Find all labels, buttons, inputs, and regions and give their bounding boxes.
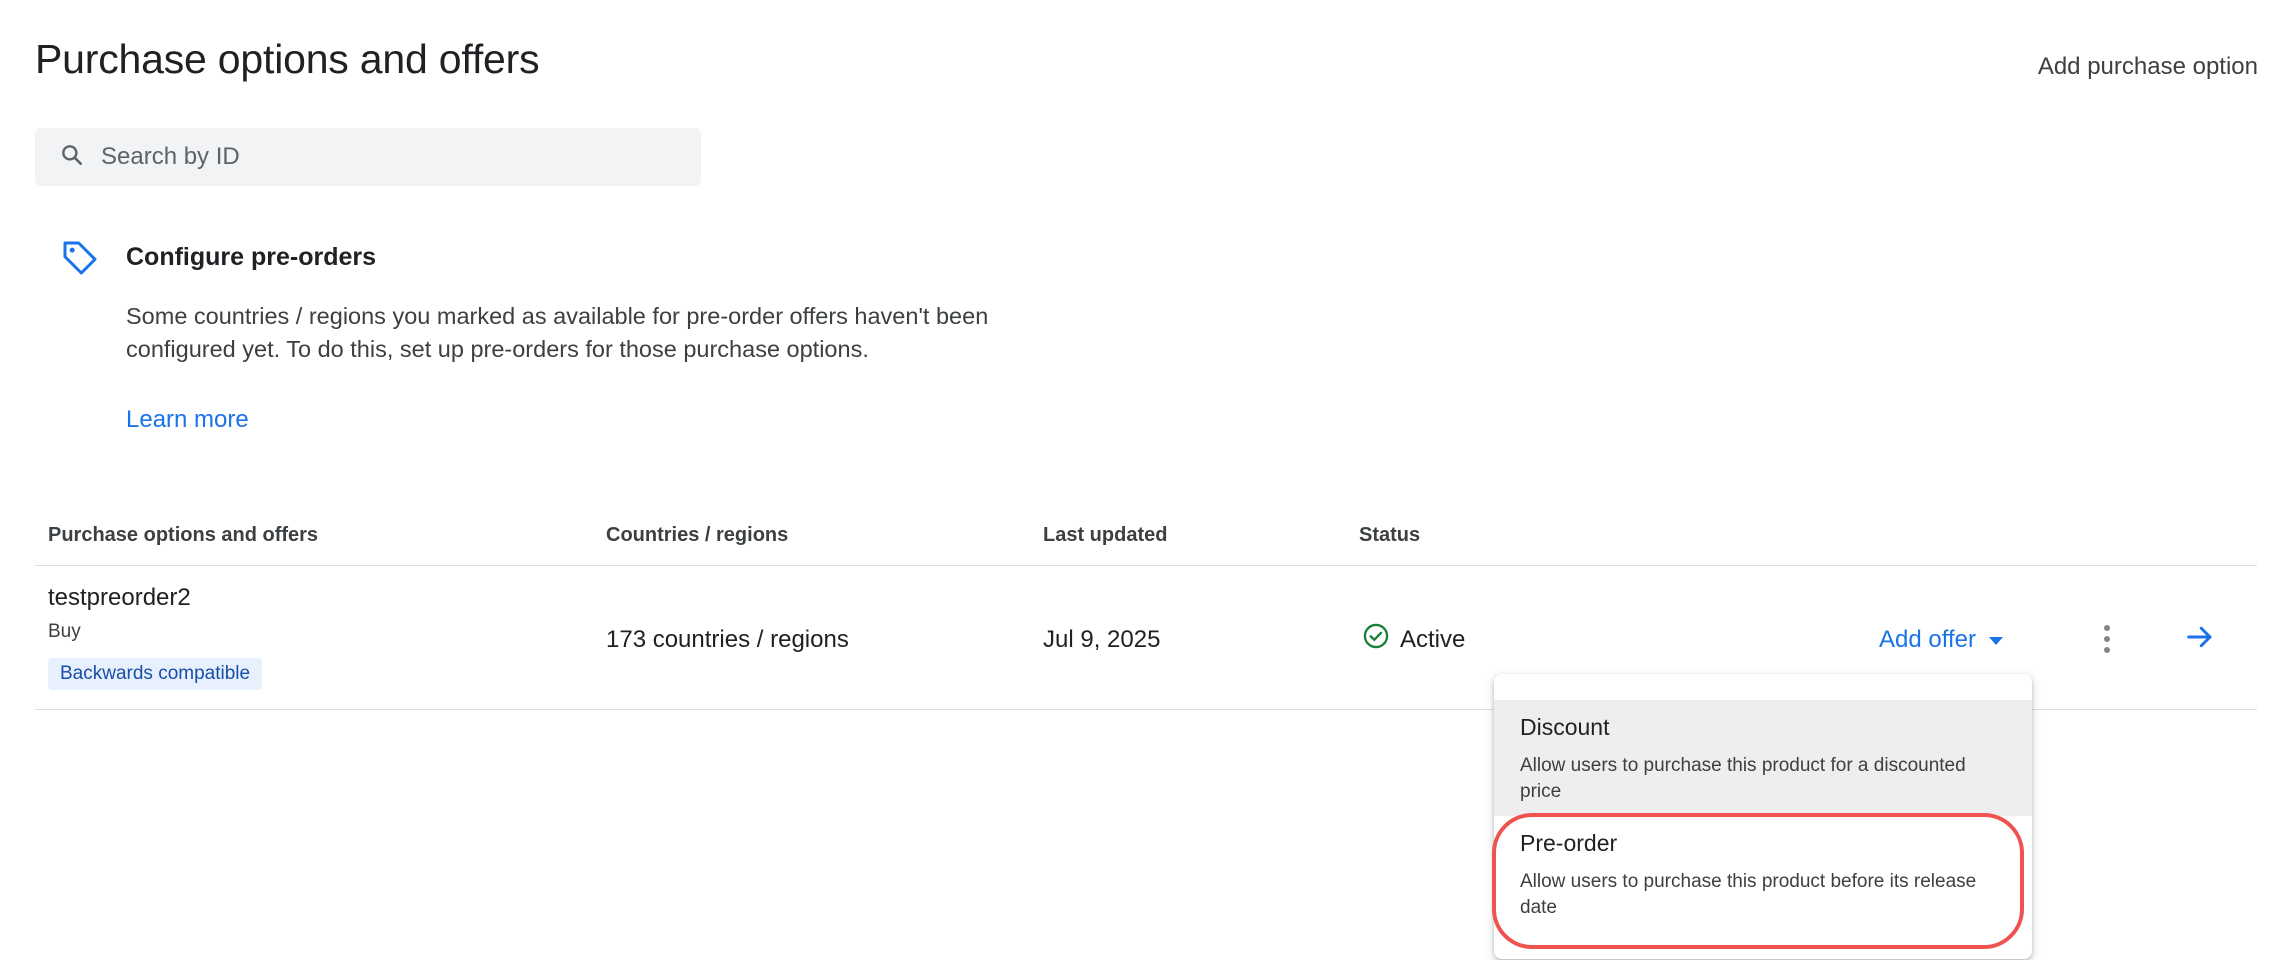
check-circle-icon <box>1362 622 1400 657</box>
column-header-status: Status <box>1359 524 1421 546</box>
countries-cell: 173 countries / regions <box>606 626 849 653</box>
caret-down-icon <box>1988 637 2003 645</box>
search-bar[interactable] <box>35 128 701 186</box>
menu-item-discount[interactable]: Discount Allow users to purchase this pr… <box>1494 700 2032 816</box>
search-input[interactable] <box>99 142 663 172</box>
status-badge: Active <box>1362 622 1465 657</box>
menu-item-description: Allow users to purchase this product for… <box>1520 755 1966 802</box>
column-header-countries: Countries / regions <box>606 524 789 546</box>
page-title: Purchase options and offers <box>35 36 540 82</box>
column-header-last-updated: Last updated <box>1043 524 1168 546</box>
arrow-forward-icon[interactable] <box>2185 622 2215 657</box>
purchase-option-type: Buy <box>48 621 81 642</box>
add-offer-label: Add offer <box>1879 626 1976 653</box>
menu-item-title: Discount <box>1520 714 1610 740</box>
table-header-divider <box>35 565 2257 566</box>
search-icon <box>59 142 85 173</box>
callout-body: Some countries / regions you marked as a… <box>126 303 989 362</box>
add-purchase-option-button[interactable]: Add purchase option <box>2038 53 2258 81</box>
callout-title: Configure pre-orders <box>126 243 377 271</box>
last-updated-cell: Jul 9, 2025 <box>1043 626 1161 653</box>
add-offer-button[interactable]: Add offer <box>1879 626 2003 654</box>
tag-icon <box>60 238 100 283</box>
menu-item-pre-order[interactable]: Pre-order Allow users to purchase this p… <box>1494 816 2032 936</box>
column-header-purchase-options: Purchase options and offers <box>48 524 319 546</box>
backwards-compatible-chip: Backwards compatible <box>48 658 263 690</box>
learn-more-link[interactable]: Learn more <box>126 406 249 434</box>
menu-item-description: Allow users to purchase this product bef… <box>1520 871 1977 918</box>
purchase-option-name: testpreorder2 <box>48 584 191 611</box>
status-text: Active <box>1400 625 1466 653</box>
add-offer-menu: Discount Allow users to purchase this pr… <box>1494 674 2032 959</box>
menu-item-title: Pre-order <box>1520 830 1618 856</box>
more-vert-icon[interactable] <box>2100 625 2114 655</box>
